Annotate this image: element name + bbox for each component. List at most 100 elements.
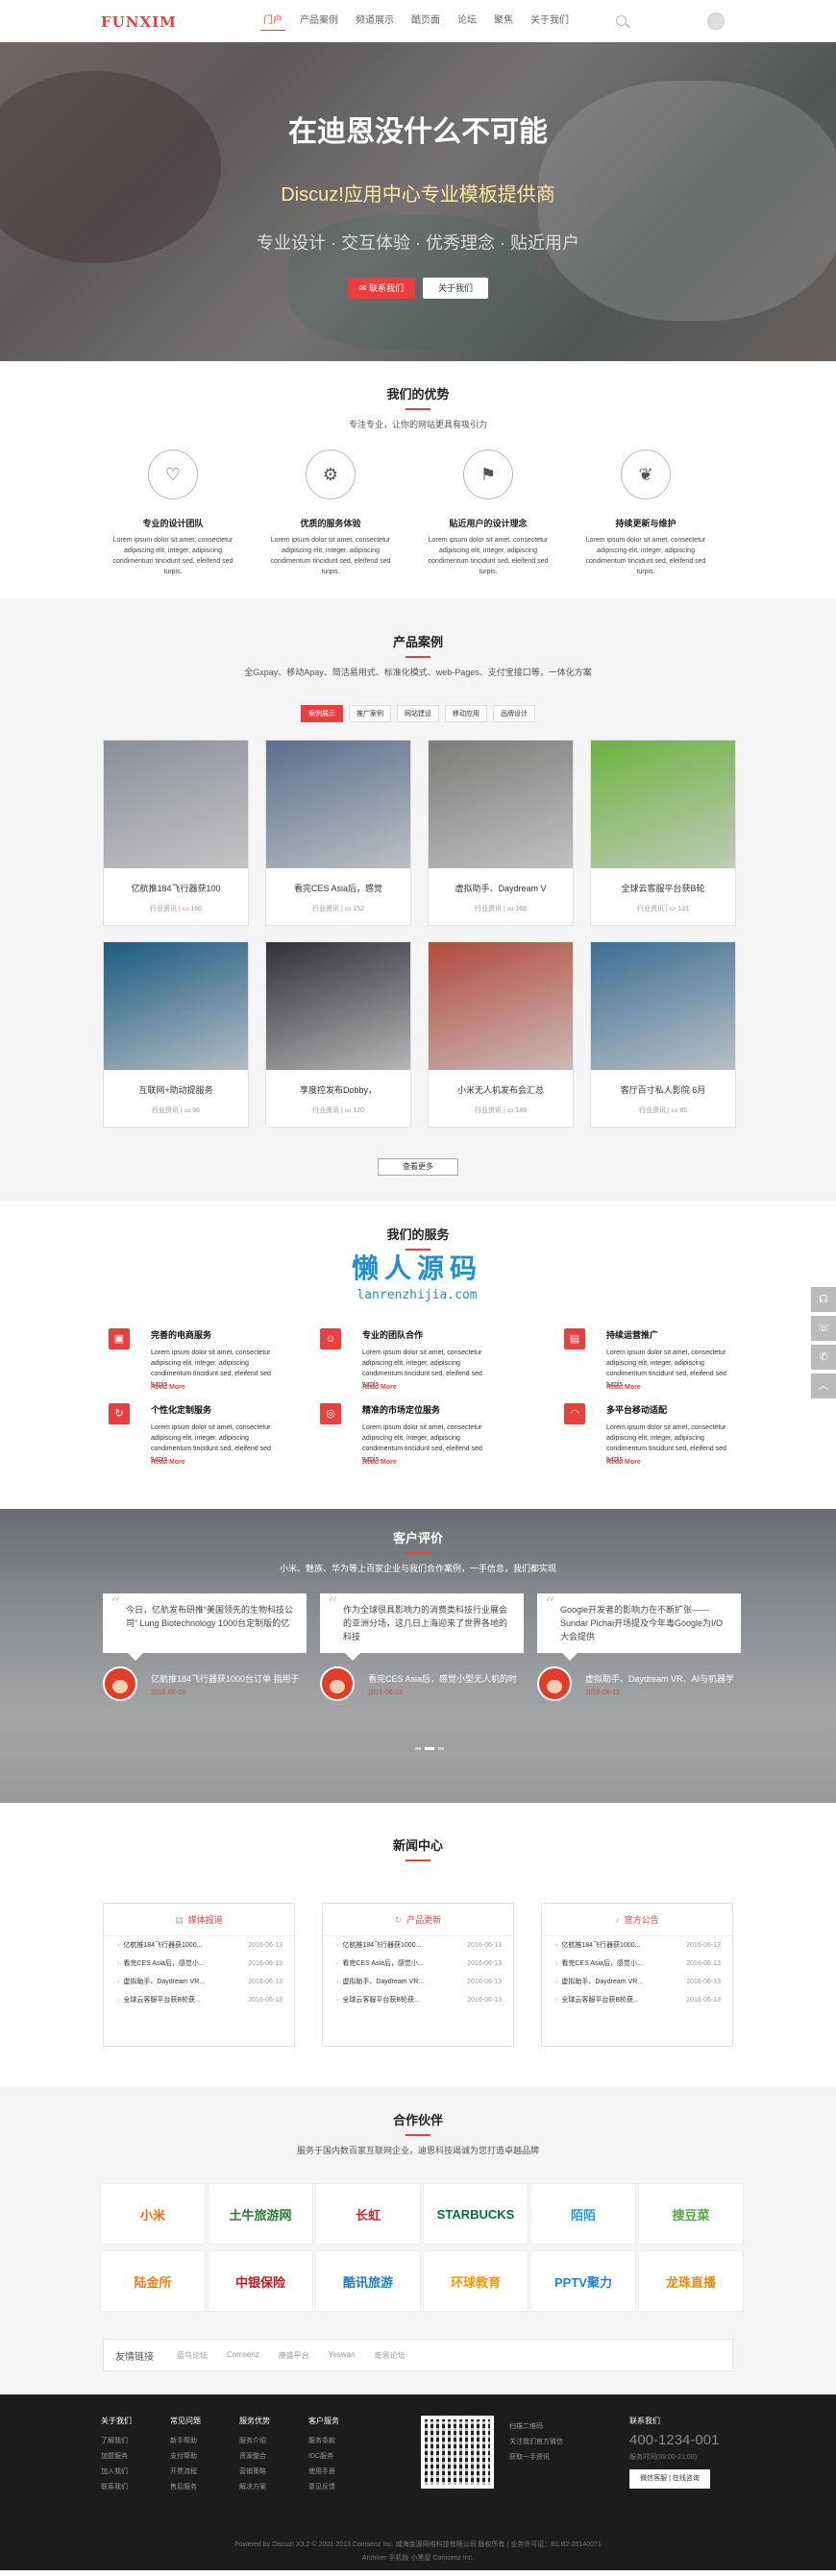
partner-logo[interactable]: 小米: [100, 2183, 206, 2245]
partner-logo[interactable]: 酷讯旅游: [315, 2250, 421, 2312]
product-card[interactable]: 享度控发布Dobby， 行业资讯 | ▭ 120: [265, 941, 411, 1128]
product-title[interactable]: 客厅百寸私人影院 6月: [591, 1083, 735, 1096]
read-more-link[interactable]: Read More: [151, 1459, 185, 1466]
news-box-header[interactable]: ♪ 官方公告: [542, 1904, 732, 1936]
contact-button[interactable]: ✉ 联系我们: [348, 278, 415, 299]
news-title[interactable]: 全球云客服平台获B轮获...: [336, 1991, 420, 2009]
read-more-link[interactable]: Read More: [362, 1459, 397, 1466]
headset-icon[interactable]: ☊: [811, 1287, 836, 1312]
about-button[interactable]: 关于我们: [423, 278, 488, 299]
product-image[interactable]: [266, 942, 410, 1070]
product-image[interactable]: [591, 942, 735, 1070]
partner-logo[interactable]: 环球教育: [423, 2250, 529, 2312]
read-more-link[interactable]: Read More: [362, 1384, 397, 1391]
product-tab[interactable]: 案例展示: [301, 705, 343, 722]
product-card[interactable]: 小米无人机发布会汇总 行业资讯 | ▭ 148: [428, 941, 574, 1128]
footer-link[interactable]: 了解我们: [101, 2434, 159, 2449]
copyright-links[interactable]: Archiver 手机版 小黑屋 Comsenz Inc.: [0, 2552, 836, 2565]
nav-item[interactable]: 门户: [255, 0, 291, 42]
footer-link[interactable]: 开票流程: [170, 2465, 228, 2480]
friend-link[interactable]: 奇思论坛: [365, 2350, 415, 2361]
footer-link[interactable]: 使用手册: [308, 2465, 366, 2480]
news-title[interactable]: 虚拟助手、Daydream VR...: [336, 1973, 424, 1991]
news-title[interactable]: 看完CES Asia后，感觉小...: [336, 1955, 423, 1973]
wechat-icon[interactable]: ✆: [811, 1345, 836, 1370]
partner-logo[interactable]: 长虹: [315, 2183, 421, 2245]
footer-link[interactable]: 联系我们: [101, 2480, 159, 2495]
footer-link[interactable]: 售后服务: [170, 2480, 228, 2495]
product-title[interactable]: 全球云客服平台获B轮: [591, 882, 735, 894]
testimonial-name[interactable]: 亿航推184飞行器获1000台订单 指用于: [151, 1672, 300, 1685]
footer-link[interactable]: 加盟服务: [101, 2449, 159, 2465]
news-row[interactable]: 看完CES Asia后，感觉小... 2016-06-13: [542, 1955, 732, 1973]
news-title[interactable]: 亿航推184飞行器获1000...: [336, 1936, 421, 1955]
nav-item[interactable]: 频道展示: [347, 0, 403, 42]
top-icon[interactable]: ︿: [811, 1373, 836, 1398]
news-box-header[interactable]: ▤ 媒体报道: [104, 1904, 294, 1936]
product-title[interactable]: 享度控发布Dobby，: [266, 1083, 410, 1096]
news-box-title[interactable]: 媒体报道: [188, 1915, 223, 1925]
news-title[interactable]: 全球云客服平台获B轮获...: [117, 1991, 201, 2009]
view-more-button[interactable]: 查看更多: [378, 1158, 458, 1176]
news-box-title[interactable]: 官方公告: [625, 1915, 659, 1925]
footer-link[interactable]: 营销策略: [239, 2465, 297, 2480]
news-row[interactable]: 全球云客服平台获B轮获... 2016-06-13: [104, 1991, 294, 2009]
product-image[interactable]: [104, 741, 248, 868]
product-card[interactable]: 虚拟助手、Daydream V 行业资讯 | ▭ 168: [428, 740, 574, 926]
product-image[interactable]: [429, 741, 573, 868]
product-tab[interactable]: 推广案例: [349, 705, 391, 722]
news-box-header[interactable]: ↻ 产品更新: [323, 1904, 513, 1936]
footer-link[interactable]: 加入我们: [101, 2465, 159, 2480]
footer-link[interactable]: 服务条款: [308, 2434, 366, 2449]
news-title[interactable]: 虚拟助手、Daydream VR...: [117, 1973, 205, 1991]
product-title[interactable]: 看完CES Asia后，感觉: [266, 882, 410, 894]
nav-item[interactable]: 关于我们: [522, 0, 578, 42]
read-more-link[interactable]: Read More: [606, 1459, 641, 1466]
product-image[interactable]: [266, 741, 410, 868]
partner-logo[interactable]: STARBUCKS: [423, 2183, 529, 2245]
carousel-dot[interactable]: [415, 1747, 421, 1750]
news-row[interactable]: 全球云客服平台获B轮获... 2016-06-13: [542, 1991, 732, 2009]
product-card[interactable]: 互联网+助动提服务 行业资讯 | ▭ 96: [103, 941, 249, 1128]
news-title[interactable]: 亿航推184飞行器获1000...: [117, 1936, 202, 1955]
search-icon[interactable]: [616, 15, 627, 26]
news-title[interactable]: 亿航推184飞行器获1000...: [555, 1936, 640, 1955]
carousel-dot-active[interactable]: [425, 1747, 434, 1750]
partner-logo[interactable]: 中银保险: [208, 2250, 313, 2312]
nav-item[interactable]: 论坛: [449, 0, 485, 42]
partner-logo[interactable]: 陆金所: [100, 2250, 206, 2312]
news-box-title[interactable]: 产品更新: [406, 1915, 441, 1925]
nav-item[interactable]: 聚焦: [485, 0, 522, 42]
friend-link[interactable]: 康盛平台: [269, 2350, 319, 2361]
read-more-link[interactable]: Read More: [606, 1384, 641, 1391]
partner-logo[interactable]: 龙珠直播: [638, 2250, 744, 2312]
news-row[interactable]: 虚拟助手、Daydream VR... 2016-06-13: [542, 1973, 732, 1991]
product-card[interactable]: 亿航推184飞行器获100 行业资讯 | ▭ 166: [103, 740, 249, 926]
news-row[interactable]: 看完CES Asia后，感觉小... 2016-06-13: [323, 1955, 513, 1973]
site-logo[interactable]: FUNXIM: [101, 13, 177, 31]
footer-link[interactable]: 意见反馈: [308, 2480, 366, 2495]
footer-link[interactable]: 服务介绍: [239, 2434, 297, 2449]
carousel-dot[interactable]: [438, 1747, 444, 1750]
news-row[interactable]: 看完CES Asia后，感觉小... 2016-06-13: [104, 1955, 294, 1973]
news-row[interactable]: 亿航推184飞行器获1000... 2016-06-13: [542, 1936, 732, 1955]
product-card[interactable]: 看完CES Asia后，感觉 行业资讯 | ▭ 152: [265, 740, 411, 926]
news-row[interactable]: 亿航推184飞行器获1000... 2016-06-13: [323, 1936, 513, 1955]
product-card[interactable]: 客厅百寸私人影院 6月 行业资讯 | ▭ 85: [590, 941, 736, 1128]
news-title[interactable]: 全球云客服平台获B轮获...: [555, 1991, 639, 2009]
footer-link[interactable]: 资源整合: [239, 2449, 297, 2465]
product-tab[interactable]: 移动应用: [445, 705, 487, 722]
footer-link[interactable]: 支付帮助: [170, 2449, 228, 2465]
product-title[interactable]: 小米无人机发布会汇总: [429, 1083, 573, 1096]
nav-item[interactable]: 酷页面: [403, 0, 449, 42]
product-image[interactable]: [591, 741, 735, 868]
product-title[interactable]: 互联网+助动提服务: [104, 1083, 248, 1096]
news-title[interactable]: 看完CES Asia后，感觉小...: [117, 1955, 204, 1973]
product-tab[interactable]: 品牌设计: [493, 705, 535, 722]
footer-link[interactable]: IDC服务: [308, 2449, 366, 2465]
news-row[interactable]: 亿航推184飞行器获1000... 2016-06-13: [104, 1936, 294, 1955]
partner-logo[interactable]: 土牛旅游网: [208, 2183, 313, 2245]
product-tab[interactable]: 网站建设: [397, 705, 439, 722]
read-more-link[interactable]: Read More: [151, 1384, 185, 1391]
partner-logo[interactable]: 搜豆菜: [638, 2183, 744, 2245]
